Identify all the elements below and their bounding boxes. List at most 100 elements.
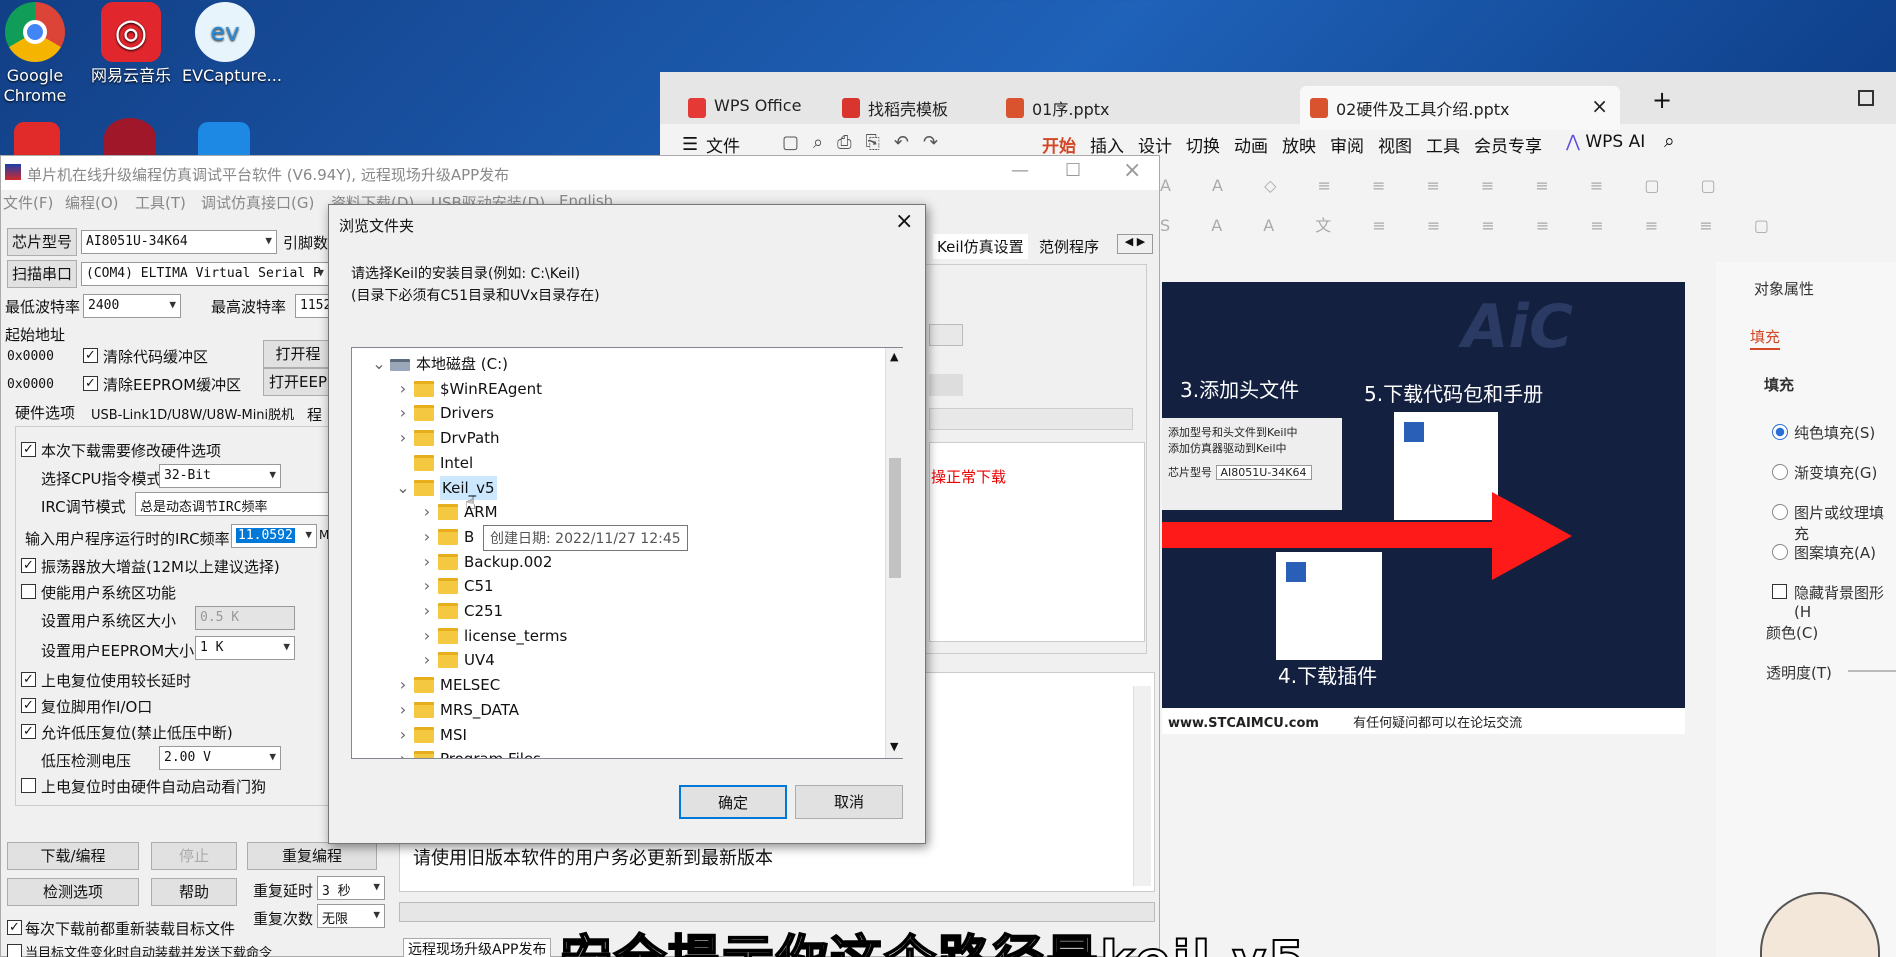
tab-examples[interactable]: 范例程序 [1039, 236, 1099, 257]
cpu-mode-select[interactable]: 32-Bit ▼ [159, 464, 281, 488]
tab-usb-link[interactable]: USB-Link1D/U8W/U8W-Mini脱机 [91, 404, 294, 423]
chevron-right-icon[interactable]: › [420, 599, 434, 623]
ribbon-tab-slideshow[interactable]: 放映 [1282, 132, 1316, 157]
ribbon-tab-review[interactable]: 审阅 [1330, 132, 1364, 157]
ribbon-tab-tools[interactable]: 工具 [1426, 132, 1460, 157]
check-options-button[interactable]: 检测选项 [7, 878, 139, 906]
desktop-icon-partial-3[interactable] [198, 122, 250, 158]
menu-program[interactable]: 编程(O) [65, 192, 119, 213]
chevron-right-icon[interactable]: › [396, 698, 410, 722]
keil-settings-combo[interactable] [929, 324, 963, 346]
desktop-icon-netease[interactable]: ◎ 网易云音乐 [88, 0, 174, 86]
scroll-thumb[interactable] [889, 458, 901, 578]
keil-settings-field-2[interactable] [929, 408, 1133, 430]
menu-file[interactable]: 文件 [706, 132, 740, 157]
chevron-down-icon[interactable]: ⌄ [396, 476, 410, 500]
tree-node[interactable]: › $WinREAgent [352, 377, 882, 401]
minimize-icon[interactable]: — [1011, 160, 1029, 181]
option-hide-bg[interactable]: 隐藏背景图形(H [1794, 582, 1896, 621]
slide-canvas[interactable]: AiC 3.添加头文件 5.下载代码包和手册 添加型号和头文件到Keil中 添加… [1162, 282, 1685, 734]
ribbon-tab-start[interactable]: 开始 [1042, 132, 1076, 157]
tree-node[interactable]: › Backup.002 [352, 550, 882, 574]
tab-keil-sim[interactable]: Keil仿真设置 [933, 234, 1028, 259]
irc-freq-input[interactable]: 11.0592 ▼ [231, 524, 317, 548]
chevron-right-icon[interactable]: › [420, 550, 434, 574]
maximize-icon[interactable]: ☐ [1065, 160, 1081, 181]
chevron-right-icon[interactable]: › [420, 624, 434, 648]
ribbon-tab-view[interactable]: 视图 [1378, 132, 1412, 157]
download-button[interactable]: 下载/编程 [7, 842, 139, 870]
tree-node[interactable]: Intel [352, 451, 882, 475]
tab-remote-app[interactable]: 远程现场升级APP发布 [403, 938, 552, 957]
radio-pattern-fill[interactable] [1772, 544, 1788, 560]
stop-button[interactable]: 停止 [151, 842, 237, 870]
chevron-right-icon[interactable]: › [396, 723, 410, 747]
quick-toolbar-icons[interactable]: ▢⌕⎙⎘↶↷ [782, 132, 952, 153]
help-button[interactable]: 帮助 [151, 878, 237, 906]
tree-node[interactable]: › MRS_DATA [352, 698, 882, 722]
radio-gradient-fill[interactable] [1772, 464, 1788, 480]
reset-io-checkbox[interactable]: ✓ [21, 698, 36, 713]
repeat-count-select[interactable]: 无限 ▼ [317, 904, 385, 928]
radio-picture-fill[interactable] [1772, 504, 1788, 520]
checkbox-hide-bg[interactable] [1772, 584, 1787, 599]
option-solid-fill[interactable]: 纯色填充(S) [1794, 422, 1875, 443]
tree-node[interactable]: › Program Files [352, 747, 882, 758]
lvd-select[interactable]: 2.00 V ▼ [159, 746, 281, 770]
chevron-right-icon[interactable]: › [420, 500, 434, 524]
reload-checkbox[interactable]: ✓ [7, 920, 22, 935]
osc-gain-checkbox[interactable]: ✓ [21, 558, 36, 573]
chevron-right-icon[interactable]: › [420, 525, 434, 549]
open-eeprom-button[interactable]: 打开EEP [263, 368, 333, 396]
desktop-icon-partial-2[interactable] [104, 118, 156, 158]
close-icon[interactable]: × [895, 209, 913, 234]
tree-node[interactable]: ⌄ 本地磁盘 (C:) [352, 352, 882, 376]
user-sys-size-select[interactable]: 0.5 K [195, 606, 295, 630]
tab-hw-options[interactable]: 硬件选项 [15, 402, 75, 423]
desktop-icon-evcapture[interactable]: ev EVCapture... [182, 0, 282, 86]
panel-title[interactable]: 对象属性 [1754, 278, 1814, 299]
tab-template[interactable]: 找稻壳模板 [832, 86, 972, 130]
clear-code-checkbox[interactable]: ✓ [83, 348, 98, 363]
max-baud-select[interactable]: 1152 [295, 294, 329, 318]
wps-ai-button[interactable]: ⋀ WPS AI [1566, 132, 1645, 152]
scroll-up-icon[interactable]: ▲ [890, 350, 898, 363]
search-icon[interactable]: ⌕ [1664, 130, 1675, 152]
tree-node[interactable]: › C251 [352, 599, 882, 623]
scroll-down-icon[interactable]: ▼ [890, 740, 898, 753]
ribbon-tab-transition[interactable]: 切换 [1186, 132, 1220, 157]
chip-model-select[interactable]: AI8051U-34K64 ▼ [81, 230, 277, 254]
code-addr-input[interactable]: 0x0000 [3, 346, 79, 370]
close-icon[interactable]: × [1591, 94, 1608, 118]
close-icon[interactable]: × [1123, 158, 1141, 183]
tree-node[interactable]: › C51 [352, 574, 882, 598]
menu-icon[interactable]: ☰ [682, 134, 698, 155]
modify-hw-checkbox[interactable]: ✓ [21, 442, 36, 457]
chevron-right-icon[interactable]: › [420, 648, 434, 672]
panel-tab-fill[interactable]: 填充 [1750, 326, 1780, 347]
chevron-right-icon[interactable]: › [420, 574, 434, 598]
tab-wps-office[interactable]: WPS Office [678, 86, 818, 130]
lvr-checkbox[interactable]: ✓ [21, 724, 36, 739]
irc-mode-select[interactable]: 总是动态调节IRC频率 [135, 492, 331, 516]
restore-window-icon[interactable] [1858, 90, 1874, 106]
menu-tools[interactable]: 工具(T) [135, 192, 186, 213]
section-fill[interactable]: 填充 [1764, 374, 1794, 395]
ok-button[interactable]: 确定 [679, 785, 787, 819]
log-scrollbar[interactable] [1133, 686, 1151, 886]
tree-node[interactable]: › ARM [352, 500, 882, 524]
tree-node[interactable]: › DrvPath [352, 426, 882, 450]
eeprom-size-select[interactable]: 1 K ▼ [195, 636, 295, 660]
com-port-select[interactable]: (COM4) ELTIMA Virtual Serial P ▼ [81, 262, 329, 286]
tab-prog[interactable]: 程 [307, 404, 322, 425]
clear-eeprom-checkbox[interactable]: ✓ [83, 376, 98, 391]
repeat-delay-select[interactable]: 3 秒 ▼ [317, 876, 385, 900]
desktop-icon-partial-1[interactable] [14, 122, 60, 158]
radio-solid-fill[interactable] [1772, 424, 1788, 440]
chevron-right-icon[interactable]: › [396, 747, 410, 758]
transparency-slider[interactable] [1848, 670, 1896, 672]
tree-node[interactable]: › Drivers [352, 401, 882, 425]
tree-node[interactable]: ⌄ Keil_v5 [352, 475, 882, 500]
ribbon-tab-member[interactable]: 会员专享 [1474, 132, 1542, 157]
chevron-right-icon[interactable]: › [396, 401, 410, 425]
